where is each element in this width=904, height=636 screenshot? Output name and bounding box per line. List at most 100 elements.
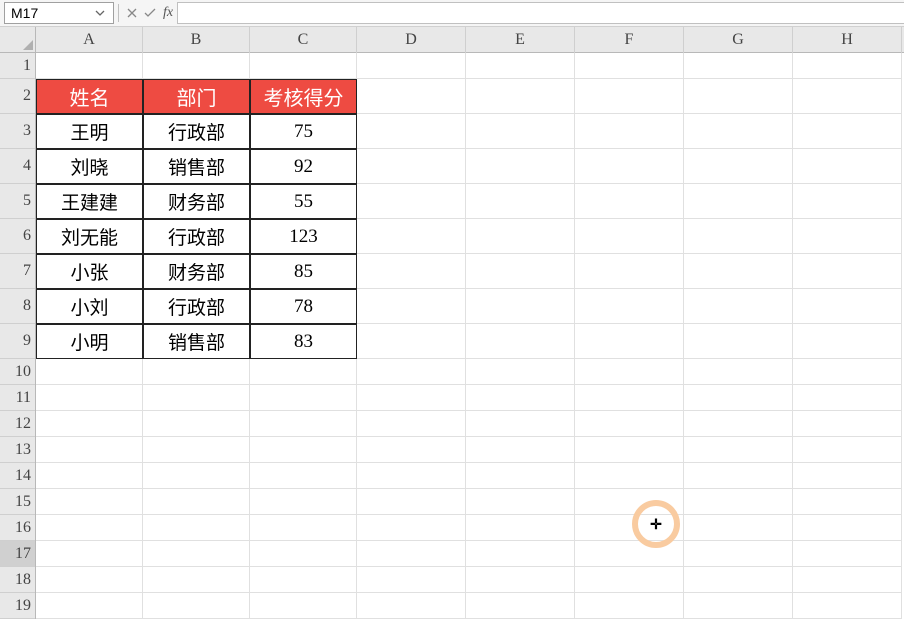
cell-C17[interactable]	[250, 541, 357, 567]
cell-A12[interactable]	[36, 411, 143, 437]
cell-C1[interactable]	[250, 53, 357, 79]
cell-F3[interactable]	[575, 114, 684, 149]
row-header-12[interactable]: 12	[0, 411, 35, 437]
row-header-19[interactable]: 19	[0, 593, 35, 619]
cell-B4[interactable]: 销售部	[143, 149, 250, 184]
cell-E5[interactable]	[466, 184, 575, 219]
cell-B12[interactable]	[143, 411, 250, 437]
cell-F10[interactable]	[575, 359, 684, 385]
cell-C8[interactable]: 78	[250, 289, 357, 324]
cell-G5[interactable]	[684, 184, 793, 219]
cell-C16[interactable]	[250, 515, 357, 541]
row-header-2[interactable]: 2	[0, 79, 35, 114]
cell-C4[interactable]: 92	[250, 149, 357, 184]
cell-H18[interactable]	[793, 567, 902, 593]
cell-G2[interactable]	[684, 79, 793, 114]
cell-G19[interactable]	[684, 593, 793, 619]
cell-F17[interactable]	[575, 541, 684, 567]
cell-E11[interactable]	[466, 385, 575, 411]
cell-B3[interactable]: 行政部	[143, 114, 250, 149]
cell-A3[interactable]: 王明	[36, 114, 143, 149]
cell-C10[interactable]	[250, 359, 357, 385]
cell-H4[interactable]	[793, 149, 902, 184]
row-header-10[interactable]: 10	[0, 359, 35, 385]
cell-E10[interactable]	[466, 359, 575, 385]
row-header-4[interactable]: 4	[0, 149, 35, 184]
cell-G14[interactable]	[684, 463, 793, 489]
cell-D9[interactable]	[357, 324, 466, 359]
cell-H10[interactable]	[793, 359, 902, 385]
cell-D13[interactable]	[357, 437, 466, 463]
cell-G11[interactable]	[684, 385, 793, 411]
cell-G10[interactable]	[684, 359, 793, 385]
cell-E19[interactable]	[466, 593, 575, 619]
cell-H2[interactable]	[793, 79, 902, 114]
cell-G12[interactable]	[684, 411, 793, 437]
cell-F8[interactable]	[575, 289, 684, 324]
cell-H15[interactable]	[793, 489, 902, 515]
name-box[interactable]: M17	[4, 2, 114, 24]
cell-C9[interactable]: 83	[250, 324, 357, 359]
column-header-D[interactable]: D	[357, 27, 466, 53]
cell-E12[interactable]	[466, 411, 575, 437]
cell-G16[interactable]	[684, 515, 793, 541]
cell-F18[interactable]	[575, 567, 684, 593]
cell-C3[interactable]: 75	[250, 114, 357, 149]
cell-B10[interactable]	[143, 359, 250, 385]
cell-G6[interactable]	[684, 219, 793, 254]
cell-E7[interactable]	[466, 254, 575, 289]
cell-D8[interactable]	[357, 289, 466, 324]
row-header-7[interactable]: 7	[0, 254, 35, 289]
cell-G7[interactable]	[684, 254, 793, 289]
column-header-C[interactable]: C	[250, 27, 357, 53]
cell-C2[interactable]: 考核得分	[250, 79, 357, 114]
confirm-icon[interactable]	[141, 4, 159, 22]
cell-H8[interactable]	[793, 289, 902, 324]
cell-G4[interactable]	[684, 149, 793, 184]
cell-G3[interactable]	[684, 114, 793, 149]
cell-B11[interactable]	[143, 385, 250, 411]
cell-C6[interactable]: 123	[250, 219, 357, 254]
formula-input[interactable]	[177, 2, 904, 24]
cell-D11[interactable]	[357, 385, 466, 411]
cell-F5[interactable]	[575, 184, 684, 219]
cell-D16[interactable]	[357, 515, 466, 541]
row-header-16[interactable]: 16	[0, 515, 35, 541]
cell-D1[interactable]	[357, 53, 466, 79]
cell-E9[interactable]	[466, 324, 575, 359]
column-header-E[interactable]: E	[466, 27, 575, 53]
cell-G9[interactable]	[684, 324, 793, 359]
row-header-6[interactable]: 6	[0, 219, 35, 254]
cell-F1[interactable]	[575, 53, 684, 79]
column-header-F[interactable]: F	[575, 27, 684, 53]
cell-H12[interactable]	[793, 411, 902, 437]
row-header-15[interactable]: 15	[0, 489, 35, 515]
row-header-18[interactable]: 18	[0, 567, 35, 593]
cell-H7[interactable]	[793, 254, 902, 289]
cell-C13[interactable]	[250, 437, 357, 463]
cell-H16[interactable]	[793, 515, 902, 541]
cell-E6[interactable]	[466, 219, 575, 254]
cell-B9[interactable]: 销售部	[143, 324, 250, 359]
cell-B16[interactable]	[143, 515, 250, 541]
cell-C18[interactable]	[250, 567, 357, 593]
cell-D14[interactable]	[357, 463, 466, 489]
cell-A14[interactable]	[36, 463, 143, 489]
cell-D5[interactable]	[357, 184, 466, 219]
cell-H14[interactable]	[793, 463, 902, 489]
cell-H11[interactable]	[793, 385, 902, 411]
cell-C15[interactable]	[250, 489, 357, 515]
cell-F16[interactable]	[575, 515, 684, 541]
cell-B19[interactable]	[143, 593, 250, 619]
row-header-11[interactable]: 11	[0, 385, 35, 411]
cell-F12[interactable]	[575, 411, 684, 437]
cell-D15[interactable]	[357, 489, 466, 515]
cell-F14[interactable]	[575, 463, 684, 489]
cell-E4[interactable]	[466, 149, 575, 184]
cell-G15[interactable]	[684, 489, 793, 515]
cell-D6[interactable]	[357, 219, 466, 254]
cell-B7[interactable]: 财务部	[143, 254, 250, 289]
cell-E3[interactable]	[466, 114, 575, 149]
cells-area[interactable]: 姓名部门考核得分王明行政部75刘晓销售部92王建建财务部55刘无能行政部123小…	[36, 53, 904, 636]
cell-G1[interactable]	[684, 53, 793, 79]
